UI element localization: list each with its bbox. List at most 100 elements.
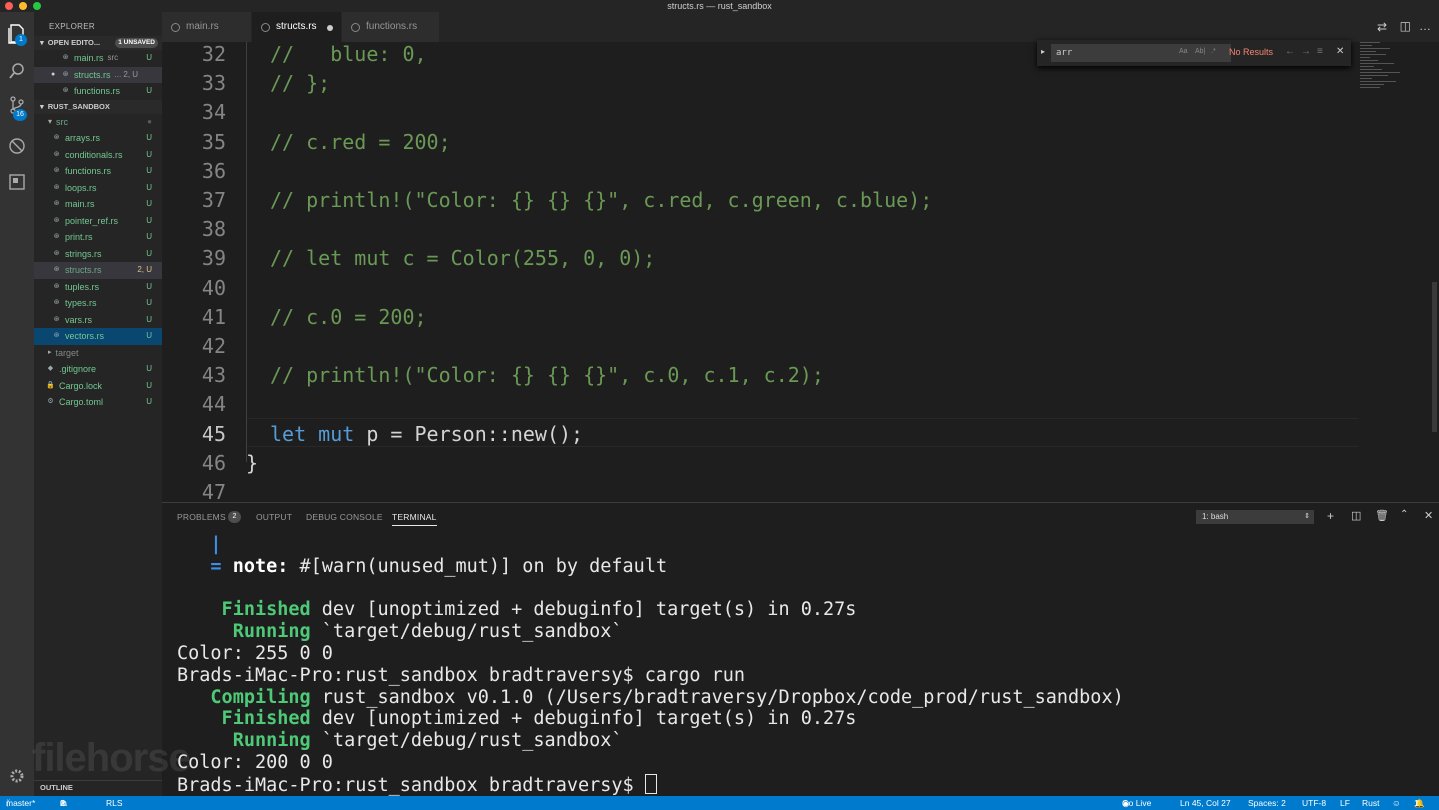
tab-debug-console[interactable]: DEBUG CONSOLE xyxy=(306,512,383,522)
file-item[interactable]: ⊛ types.rs U xyxy=(34,295,162,312)
terminal-text: Brads-iMac-Pro:rust_sandbox bradtraversy… xyxy=(177,774,645,796)
terminal-line: Finished dev [unoptimized + debuginfo] t… xyxy=(177,708,857,730)
file-item[interactable]: ⊛ main.rs U xyxy=(34,196,162,213)
debug-icon[interactable] xyxy=(7,136,27,156)
tab-functions-rs[interactable]: functions.rs xyxy=(342,12,440,42)
file-label: .gitignore xyxy=(59,364,97,374)
terminal-select[interactable]: 1: bash ⇕ xyxy=(1196,510,1314,524)
terminal-line: Color: 200 0 0 xyxy=(177,752,333,774)
file-label: main.rs xyxy=(65,199,95,209)
rust-file-icon: ⊛ xyxy=(53,134,60,141)
open-editor-item[interactable]: ● ⊛ structs.rs... 2, U xyxy=(34,66,162,84)
file-item[interactable]: ⊛ strings.rs U xyxy=(34,246,162,263)
indentation[interactable]: Spaces: 2 xyxy=(1248,796,1286,810)
chevron-down-icon: ▾ xyxy=(40,38,44,47)
bottom-panel: PROBLEMS 2 OUTPUT DEBUG CONSOLE TERMINAL… xyxy=(162,502,1439,796)
file-item[interactable]: ⊛ print.rs U xyxy=(34,229,162,246)
line-number: 33 xyxy=(201,71,226,96)
gear-icon[interactable] xyxy=(7,766,27,786)
next-match-icon[interactable]: → xyxy=(1301,46,1311,57)
explorer-badge: 1 xyxy=(15,34,27,46)
file-item[interactable]: ⊛ vars.rs U xyxy=(34,312,162,329)
file-item[interactable]: ⊛ arrays.rs U xyxy=(34,130,162,147)
tab-structs-rs[interactable]: structs.rs xyxy=(252,12,342,42)
git-status: U xyxy=(146,248,152,258)
file-item[interactable]: 🔒 Cargo.lock U xyxy=(34,378,162,395)
encoding[interactable]: UTF-8 xyxy=(1302,796,1326,810)
regex-icon[interactable]: .* xyxy=(1211,48,1216,55)
trash-icon[interactable]: 🗑 xyxy=(1375,509,1389,522)
close-panel-icon[interactable]: ✕ xyxy=(1424,509,1433,522)
outline-header[interactable]: OUTLINE xyxy=(34,780,162,794)
open-editors-header[interactable]: ▾ OPEN EDITO... 1 UNSAVED xyxy=(34,36,162,50)
match-word-icon[interactable]: Ab| xyxy=(1195,48,1205,55)
editor-scrollbar[interactable] xyxy=(1430,42,1439,502)
close-find-icon[interactable]: ✕ xyxy=(1336,46,1344,57)
tab-terminal[interactable]: TERMINAL xyxy=(392,512,437,526)
unsaved-dot-icon[interactable] xyxy=(327,25,333,31)
root-file-list: ◆ .gitignore U 🔒 Cargo.lock U ⚙ Cargo.toml U xyxy=(34,361,162,411)
tab-problems[interactable]: PROBLEMS xyxy=(177,512,226,522)
rust-file-icon: ⊛ xyxy=(53,266,60,273)
file-item[interactable]: ⊛ loops.rs U xyxy=(34,180,162,197)
file-item[interactable]: ⚙ Cargo.toml U xyxy=(34,394,162,411)
rust-file-icon: ⊛ xyxy=(53,200,60,207)
file-item[interactable]: ⊛ conditionals.rs U xyxy=(34,147,162,164)
search-icon[interactable] xyxy=(7,61,27,81)
split-editor-icon[interactable]: ◫ xyxy=(1400,19,1411,33)
chevron-down-icon: ▾ xyxy=(48,116,53,126)
file-item[interactable]: ⊛ vectors.rs U xyxy=(34,328,162,345)
rust-file-icon: ⊛ xyxy=(53,282,60,290)
extensions-icon[interactable] xyxy=(7,172,27,192)
terminal-line: Color: 255 0 0 xyxy=(177,643,333,665)
code-line: // let mut c = Color(255, 0, 0); xyxy=(270,244,655,273)
git-status: U xyxy=(146,215,152,225)
rust-file-icon: ⊛ xyxy=(53,299,60,306)
project-header[interactable]: ▾ RUST_SANDBOX xyxy=(34,99,162,114)
folder-label: src xyxy=(56,116,69,127)
file-item[interactable]: ⊛ pointer_ref.rs U xyxy=(34,213,162,230)
tab-main-rs[interactable]: main.rs xyxy=(162,12,252,42)
folder-src[interactable]: ▾ src ● xyxy=(34,114,162,131)
open-editor-item[interactable]: ⊛ main.rs src U xyxy=(34,50,162,67)
file-item[interactable]: ⊛ structs.rs 2, U xyxy=(34,262,162,279)
feedback-icon[interactable]: ☺ xyxy=(1392,796,1401,810)
new-terminal-icon[interactable]: + xyxy=(1327,509,1334,523)
find-in-selection-icon[interactable]: ≡ xyxy=(1317,46,1323,57)
rust-file-icon: ⊛ xyxy=(53,216,60,224)
explorer-header: EXPLORER xyxy=(49,22,95,31)
maximize-panel-icon[interactable]: ⌃ xyxy=(1400,509,1408,520)
status-bar: ᚴ master* ⊗ 0 ⚠ 2 RLS ◉ Go Live Ln 45, C… xyxy=(0,796,1439,810)
more-actions-icon[interactable]: … xyxy=(1419,19,1431,33)
rust-file-icon xyxy=(261,23,270,32)
file-item[interactable]: ⊛ functions.rs U xyxy=(34,163,162,180)
file-label: structs.rs xyxy=(74,69,111,80)
minimap[interactable] xyxy=(1360,42,1430,122)
scrollbar-thumb[interactable] xyxy=(1432,282,1437,432)
folder-target[interactable]: ▸ target xyxy=(34,345,162,362)
open-editor-item[interactable]: ⊛ functions.rs U xyxy=(34,83,162,100)
file-item[interactable]: ◆ .gitignore U xyxy=(34,361,162,378)
match-case-icon[interactable]: Aa xyxy=(1179,48,1188,55)
gitignore-icon: ◆ xyxy=(47,365,54,372)
file-item[interactable]: ⊛ tuples.rs U xyxy=(34,279,162,296)
terminal-line: Running `target/debug/rust_sandbox` xyxy=(177,730,623,752)
rls-indicator[interactable]: RLS xyxy=(106,796,123,810)
tab-label: structs.rs xyxy=(276,21,317,32)
toggle-replace-icon[interactable]: ▸ xyxy=(1041,47,1045,56)
unsaved-dot-icon[interactable]: ● xyxy=(51,67,55,84)
scm-badge: 16 xyxy=(13,109,27,121)
code-line: // c.0 = 200; xyxy=(270,303,427,332)
split-compare-icon[interactable]: ⇄ xyxy=(1377,20,1387,34)
terminal-cursor xyxy=(644,773,657,794)
previous-match-icon[interactable]: ← xyxy=(1285,46,1295,57)
tab-output[interactable]: OUTPUT xyxy=(256,512,292,522)
unsaved-badge: 1 UNSAVED xyxy=(115,38,158,48)
split-terminal-icon[interactable]: ◫ xyxy=(1351,509,1361,522)
terminal-line: Compiling rust_sandbox v0.1.0 (/Users/br… xyxy=(177,687,1123,709)
line-ending[interactable]: LF xyxy=(1340,796,1350,810)
code-token: // println!("Color: {} {} {}", c.0, c.1,… xyxy=(270,363,824,388)
code-editor[interactable]: 32 // blue: 0, 33 // }; 34 35 // c.red = 200; 3… xyxy=(162,42,1439,502)
language-mode[interactable]: Rust xyxy=(1362,796,1379,810)
cursor-position[interactable]: Ln 45, Col 27 xyxy=(1180,796,1231,810)
